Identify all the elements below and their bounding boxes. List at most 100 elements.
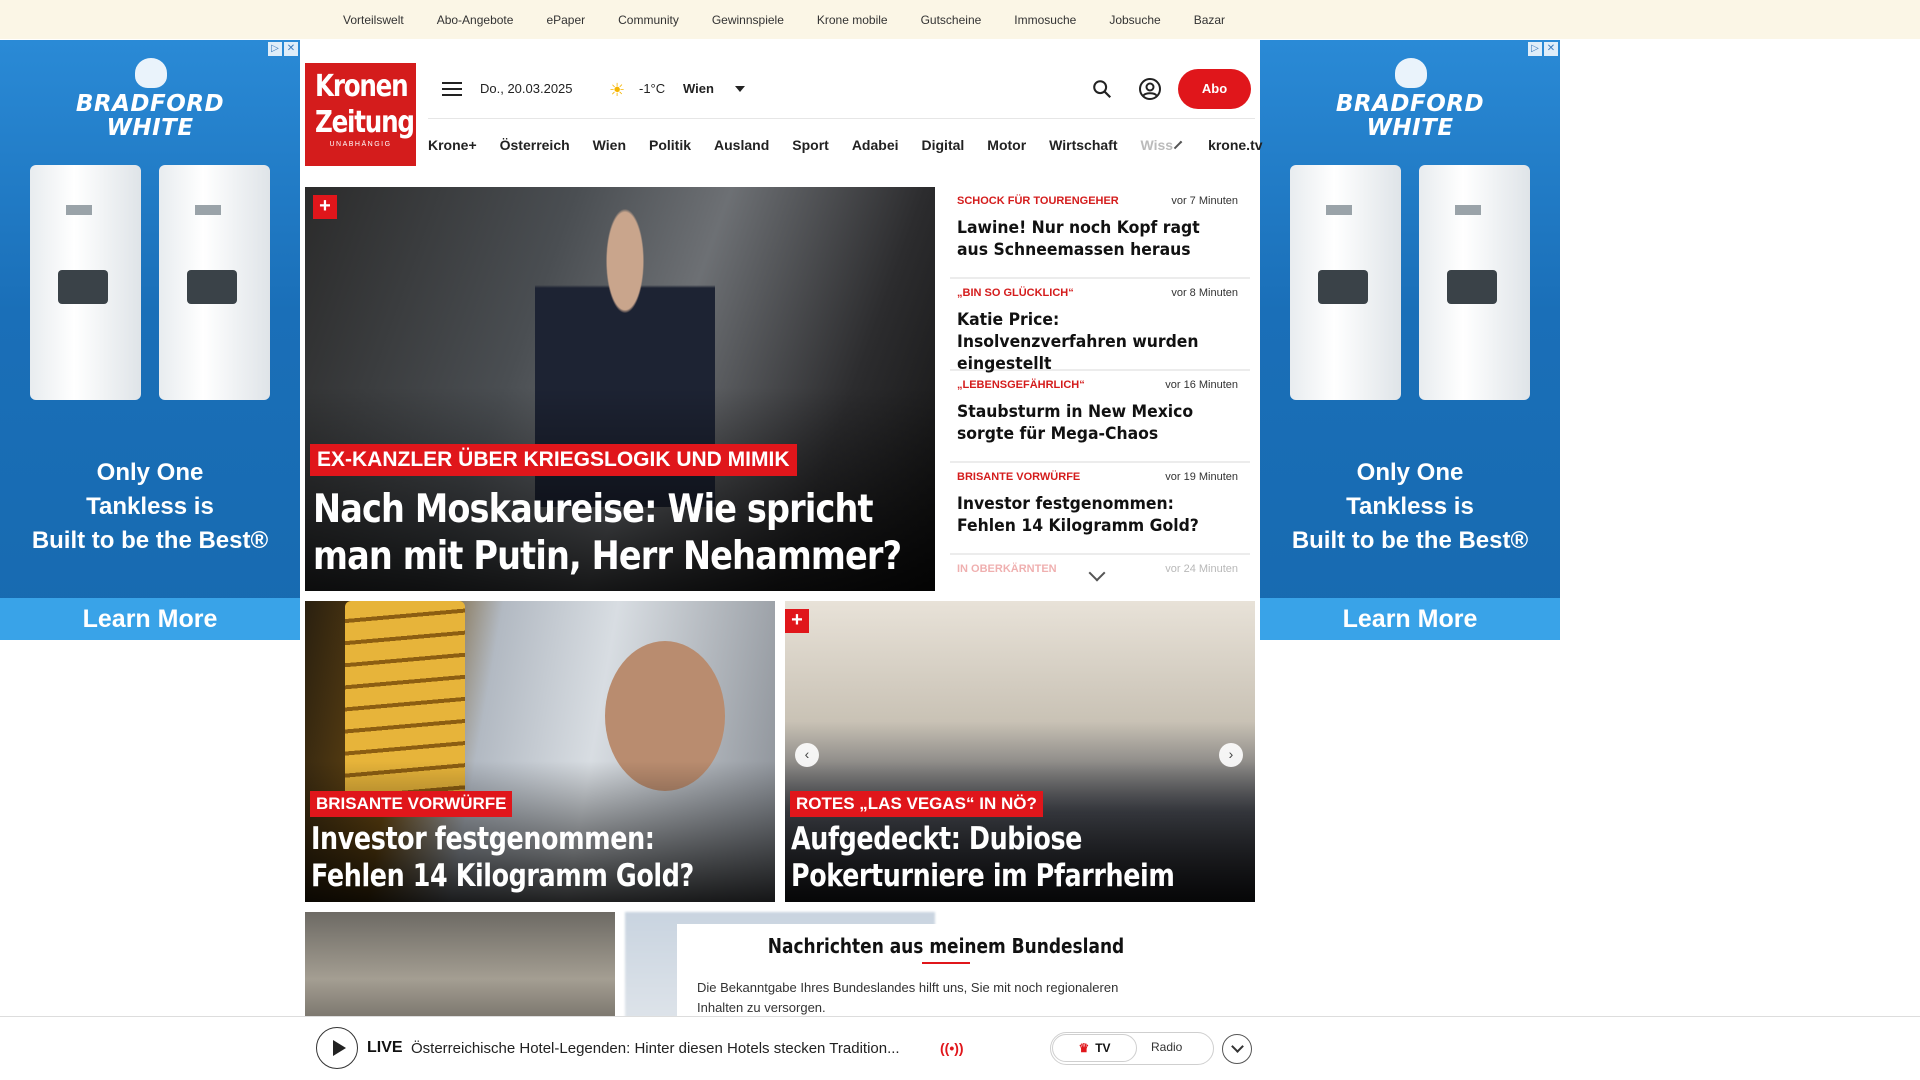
ad-banner-left[interactable]: ▷ ✕ BRADFORD WHITE Only One Tankless is Bu… xyxy=(0,40,300,640)
ad-product-image xyxy=(1290,165,1530,400)
card-headline-line: Pokerturniere im Pfarrheim xyxy=(791,858,1175,894)
list-item[interactable]: „LEBENSGEFÄHRLICH“ vor 16 Minuten Staubs… xyxy=(950,371,1250,463)
nav-item-adabei[interactable]: Adabei xyxy=(852,137,899,153)
ad-controls[interactable]: ▷ ✕ xyxy=(1528,42,1558,56)
ad-learn-more-button[interactable]: Learn More xyxy=(1260,598,1560,640)
topbar-link-krone-mobile[interactable]: Krone mobile xyxy=(817,13,888,27)
nav-item-wissen[interactable]: Wiss xyxy=(1141,137,1174,153)
bundesland-title: Nachrichten aus meinem Bundesland xyxy=(767,934,1125,958)
bundesland-text: Die Bekanntgabe Ihres Bundeslandes hilft… xyxy=(697,980,1119,1015)
list-item[interactable]: BRISANTE VORWÜRFE vor 19 Minuten Investo… xyxy=(950,463,1250,555)
nav-scroll-right-icon[interactable] xyxy=(1173,140,1183,149)
nav-item-motor[interactable]: Motor xyxy=(987,137,1026,153)
slider-prev-icon[interactable]: ‹ xyxy=(795,743,819,767)
nav-item-wien[interactable]: Wien xyxy=(593,137,626,153)
card-kicker: BRISANTE VORWÜRFE xyxy=(310,791,513,817)
nav-item-oesterreich[interactable]: Österreich xyxy=(500,137,570,153)
tv-toggle-button[interactable]: ♛ TV xyxy=(1052,1034,1137,1062)
expand-player-icon[interactable] xyxy=(1222,1034,1252,1064)
play-icon[interactable] xyxy=(316,1027,358,1069)
site-logo[interactable]: Kronen Zeitung UNABHÄNGIG xyxy=(305,63,416,166)
current-date: Do., 20.03.2025 xyxy=(480,81,573,96)
krone-plus-icon: + xyxy=(313,195,337,219)
latest-news-list: SCHOCK FÜR TOURENGEHER vor 7 Minuten Law… xyxy=(950,187,1250,585)
item-headline: Katie Price: Insolvenzverfahren wurden e… xyxy=(957,310,1199,374)
nav-item-digital[interactable]: Digital xyxy=(922,137,965,153)
item-time: vor 7 Minuten xyxy=(1171,195,1238,207)
slider-next-icon[interactable]: › xyxy=(1219,743,1243,767)
item-headline: Staubsturm in New Mexico sorgte für Mega… xyxy=(957,402,1194,444)
ad-brand: BRADFORD WHITE xyxy=(1260,92,1560,140)
list-item[interactable]: SCHOCK FÜR TOURENGEHER vor 7 Minuten Law… xyxy=(950,187,1250,279)
nav-item-politik[interactable]: Politik xyxy=(649,137,691,153)
nav-item-sport[interactable]: Sport xyxy=(792,137,829,153)
logo-line: Kronen xyxy=(314,69,409,104)
topbar-link-epaper[interactable]: ePaper xyxy=(546,13,585,27)
nav-item-krone-tv[interactable]: krone.tv xyxy=(1208,137,1262,153)
crown-icon: ♛ xyxy=(1078,1041,1090,1055)
ad-close-icon[interactable]: ✕ xyxy=(1544,42,1558,56)
brand-logo-icon xyxy=(135,58,167,88)
nav-item-ausland[interactable]: Ausland xyxy=(714,137,769,153)
ad-slogan-line: Tankless is xyxy=(1346,493,1474,520)
ad-brand: BRADFORD WHITE xyxy=(0,92,300,140)
nav-item-wirtschaft[interactable]: Wirtschaft xyxy=(1049,137,1117,153)
ad-slogan: Only One Tankless is Built to be the Bes… xyxy=(1260,456,1560,558)
chevron-down-icon[interactable] xyxy=(735,86,745,92)
article-card[interactable]: BRISANTE VORWÜRFE Investor festgenommen:… xyxy=(305,601,775,902)
ad-info-icon[interactable]: ▷ xyxy=(1528,42,1542,56)
ad-slogan-line: Only One xyxy=(1356,459,1464,486)
live-label: LIVE xyxy=(367,1039,403,1056)
item-time: vor 19 Minuten xyxy=(1165,471,1238,483)
article-card[interactable]: + ‹ › ROTES „LAS VEGAS“ IN NÖ? Aufgedeck… xyxy=(785,601,1255,902)
brand-logo-icon xyxy=(1395,58,1427,88)
temperature: -1°C xyxy=(639,81,666,96)
logo-wordmark: Kronen Zeitung xyxy=(314,63,415,141)
topbar-link-gutscheine[interactable]: Gutscheine xyxy=(921,13,982,27)
broadcast-icon: ((•)) xyxy=(940,1040,964,1056)
hamburger-menu-icon[interactable] xyxy=(442,82,462,96)
card-headline: Aufgedeckt: Dubiose Pokerturniere im Pfa… xyxy=(791,821,1250,895)
tv-label: TV xyxy=(1095,1041,1111,1055)
ad-close-icon[interactable]: ✕ xyxy=(284,42,298,56)
topbar-link-community[interactable]: Community xyxy=(618,13,679,27)
topbar-link-gewinnspiele[interactable]: Gewinnspiele xyxy=(712,13,784,27)
ad-info-icon[interactable]: ▷ xyxy=(268,42,282,56)
item-time: vor 8 Minuten xyxy=(1171,287,1238,299)
topbar-link-abo-angebote[interactable]: Abo-Angebote xyxy=(437,13,514,27)
item-time: vor 16 Minuten xyxy=(1165,379,1238,391)
hero-article[interactable]: + EX-KANZLER ÜBER KRIEGSLOGIK UND MIMIK … xyxy=(305,187,935,591)
card-headline-line: Investor festgenommen: xyxy=(311,821,655,857)
sun-icon: ☀ xyxy=(609,80,626,100)
card-headline-line: Aufgedeckt: Dubiose xyxy=(791,821,1082,857)
topbar-link-immosuche[interactable]: Immosuche xyxy=(1014,13,1076,27)
user-account-icon[interactable] xyxy=(1138,77,1162,101)
topbar-link-bazar[interactable]: Bazar xyxy=(1194,13,1225,27)
topbar-link-jobsuche[interactable]: Jobsuche xyxy=(1109,13,1160,27)
main-navigation: Krone+ Österreich Wien Politik Ausland S… xyxy=(428,118,1263,170)
card-headline: Investor festgenommen: Fehlen 14 Kilogra… xyxy=(311,821,770,895)
item-headline: Investor festgenommen: Fehlen 14 Kilogra… xyxy=(957,494,1199,536)
live-player-bar: LIVE Österreichische Hotel-Legenden: Hin… xyxy=(0,1016,1920,1080)
search-icon[interactable] xyxy=(1091,78,1113,100)
ad-brand-line: WHITE xyxy=(1366,115,1454,141)
ad-slogan-line: Built to be the Best® xyxy=(1291,527,1529,554)
ad-banner-right[interactable]: ▷ ✕ BRADFORD WHITE Only One Tankless is Bu… xyxy=(1260,40,1560,640)
topbar-link-vorteilswelt[interactable]: Vorteilswelt xyxy=(343,13,404,27)
water-heater-image xyxy=(159,165,270,400)
radio-toggle-button[interactable]: Radio xyxy=(1151,1040,1182,1054)
city-selector[interactable]: Wien xyxy=(683,81,714,96)
ad-controls[interactable]: ▷ ✕ xyxy=(268,42,298,56)
ad-brand-line: BRADFORD xyxy=(75,91,225,117)
abo-button[interactable]: Abo xyxy=(1178,69,1251,109)
hero-headline-line: Nach Moskaureise: Wie spricht xyxy=(313,487,874,532)
list-item[interactable]: „BIN SO GLÜCKLICH“ vor 8 Minuten Katie P… xyxy=(950,279,1250,374)
ad-learn-more-button[interactable]: Learn More xyxy=(0,598,300,640)
ad-slogan-line: Tankless is xyxy=(86,493,214,520)
player-title[interactable]: Österreichische Hotel-Legenden: Hinter d… xyxy=(411,1040,900,1057)
hero-headline-line: man mit Putin, Herr Nehammer? xyxy=(313,534,902,579)
ad-slogan-line: Built to be the Best® xyxy=(31,527,269,554)
hero-kicker: EX-KANZLER ÜBER KRIEGSLOGIK UND MIMIK xyxy=(310,444,797,476)
ad-brand-line: WHITE xyxy=(106,115,194,141)
nav-item-krone-plus[interactable]: Krone+ xyxy=(428,137,477,153)
